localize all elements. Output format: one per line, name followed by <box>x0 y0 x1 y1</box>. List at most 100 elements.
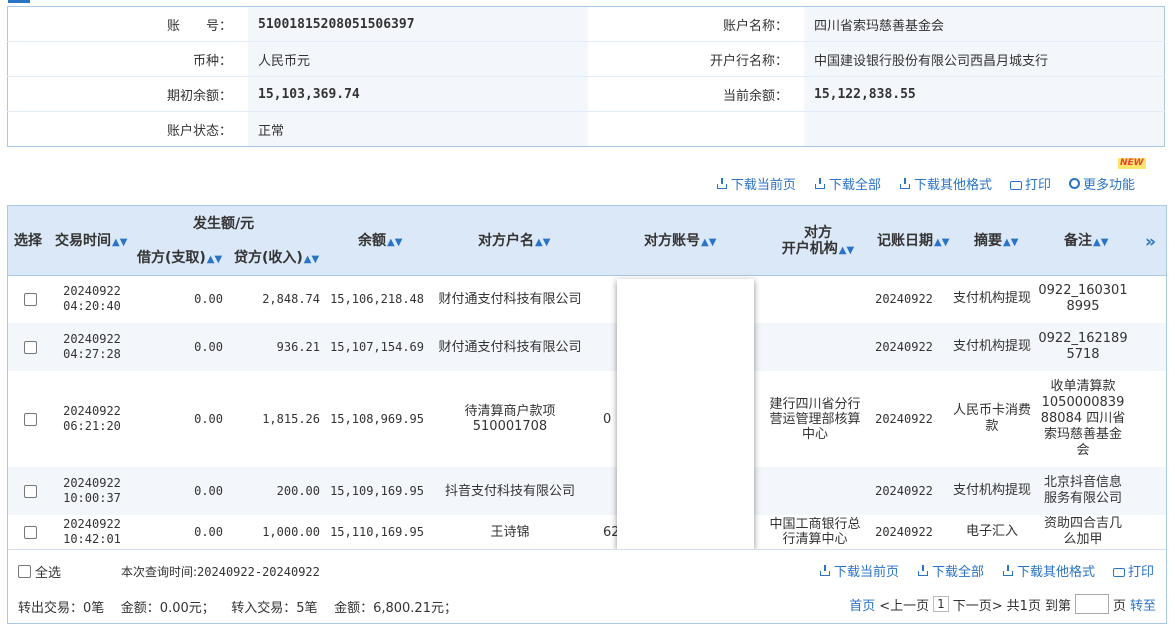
col-memo[interactable]: 摘要▲▼ <box>974 233 1018 251</box>
print-button[interactable]: 打印 <box>1009 174 1051 193</box>
row-checkbox[interactable] <box>23 484 37 498</box>
cell-credit: 1,000.00 <box>262 525 320 539</box>
col-amount-group: 发生额/元 <box>193 216 255 232</box>
cell-debit: 0.00 <box>194 412 223 426</box>
download-icon <box>899 177 911 190</box>
account-status-value: 正常 <box>248 111 588 147</box>
col-balance[interactable]: 余额▲▼ <box>358 233 402 251</box>
transaction-summary: 转出交易：0笔 金额：0.00元； 转入交易：5笔 金额：6,800.21元； <box>18 601 457 616</box>
sort-icon: ▲▼ <box>1003 237 1019 248</box>
cell-chk <box>22 323 38 371</box>
more-functions-button[interactable]: 更多功能 <box>1068 174 1135 193</box>
download-other-format-button[interactable]: 下载其他格式 <box>1002 561 1095 580</box>
cell-bank <box>768 275 862 323</box>
cell-chk <box>22 515 38 549</box>
cell-note: 0922_160301 8995 <box>1038 283 1128 314</box>
sort-icon: ▲▼ <box>303 254 320 265</box>
col-counterparty-account[interactable]: 对方账号▲▼ <box>644 233 716 251</box>
print-icon <box>1009 180 1022 190</box>
sort-icon: ▲▼ <box>701 237 717 248</box>
cell-bal: 15,110,169.95 <box>330 525 424 539</box>
current-balance-label: 当前余额： <box>588 76 804 112</box>
cell-note: 资助四合吉几么加甲 <box>1043 516 1122 547</box>
transaction-grid: 选择 交易时间▲▼ 发生额/元 借方(支取)▲▼ 贷方(收入)▲▼ 余额▲▼ 对… <box>7 205 1167 624</box>
goto-button[interactable]: 转至 <box>1130 595 1156 614</box>
cell-date: 20240922 <box>875 340 933 354</box>
cell-debit: 0.00 <box>194 340 223 354</box>
cell-bank: 建行四川省分行营运管理部核算中心 <box>769 396 861 442</box>
opening-balance-value: 15,103,369.74 <box>248 76 588 112</box>
cell-memo: 支付机构提现 <box>952 483 1031 498</box>
opening-balance-label: 期初余额： <box>7 76 248 112</box>
download-current-page-button[interactable]: 下载当前页 <box>716 174 796 193</box>
col-select: 选择 <box>14 233 42 249</box>
row-checkbox[interactable] <box>23 292 37 306</box>
next-page-link[interactable]: 下一页> <box>953 595 1003 614</box>
cell-date: 20240922 <box>875 525 933 539</box>
tab-underline <box>0 0 1175 3</box>
bank-name-value: 中国建设银行股份有限公司西昌月城支行 <box>804 41 1165 77</box>
cell-time: 20240922 06:21:20 <box>63 404 121 433</box>
cell-cpname: 抖音支付科技有限公司 <box>444 483 575 499</box>
sort-icon: ▲▼ <box>934 237 950 248</box>
cell-time: 20240922 10:42:01 <box>63 517 121 546</box>
cell-debit: 0.00 <box>194 292 223 306</box>
cell-credit: 1,815.26 <box>262 412 320 426</box>
scroll-right-icon[interactable]: » <box>1145 232 1156 252</box>
table-row: 20240922 10:00:37 0.00 200.00 15,109,169.… <box>8 467 1166 515</box>
cell-time: 20240922 10:00:37 <box>63 476 121 505</box>
grid-header: 选择 交易时间▲▼ 发生额/元 借方(支取)▲▼ 贷方(收入)▲▼ 余额▲▼ 对… <box>8 206 1166 276</box>
col-credit[interactable]: 贷方(收入)▲▼ <box>234 250 319 268</box>
sort-icon: ▲▼ <box>535 237 551 248</box>
cell-cpname: 财付通支付科技有限公司 <box>438 339 582 355</box>
account-status-label: 账户状态： <box>7 111 248 147</box>
cell-memo: 支付机构提现 <box>952 339 1031 354</box>
col-counterparty-bank[interactable]: 对方 开户机构▲▼ <box>780 225 856 259</box>
download-icon <box>1002 564 1014 577</box>
cell-note: 北京抖音信息服务有限公司 <box>1043 475 1122 506</box>
goto-page-input[interactable] <box>1074 594 1109 614</box>
row-checkbox[interactable] <box>23 525 37 539</box>
download-current-page-button[interactable]: 下载当前页 <box>819 561 899 580</box>
account-name-label: 账户名称： <box>588 6 804 42</box>
download-icon <box>917 564 929 577</box>
select-all[interactable]: 全选 <box>18 562 61 581</box>
sort-icon: ▲▼ <box>112 237 128 248</box>
cell-bal: 15,107,154.69 <box>330 340 424 354</box>
account-info-table: 账 号： 51001815208051506397 账户名称： 四川省索玛慈善基… <box>7 6 1165 147</box>
col-debit[interactable]: 借方(支取)▲▼ <box>137 250 222 268</box>
print-icon <box>1112 567 1125 577</box>
print-button[interactable]: 打印 <box>1112 561 1154 580</box>
sort-icon: ▲▼ <box>838 245 855 256</box>
download-all-button[interactable]: 下载全部 <box>814 174 881 193</box>
redaction-overlay <box>617 279 754 549</box>
table-row: 20240922 06:21:20 0.00 1,815.26 15,108,96… <box>8 371 1166 467</box>
row-checkbox[interactable] <box>23 412 37 426</box>
col-book-date[interactable]: 记账日期▲▼ <box>877 233 949 251</box>
cell-date: 20240922 <box>875 484 933 498</box>
cell-bal: 15,106,218.48 <box>330 292 424 306</box>
bank-name-label: 开户行名称： <box>588 41 804 77</box>
col-time[interactable]: 交易时间▲▼ <box>55 233 127 251</box>
sort-icon: ▲▼ <box>206 254 223 265</box>
prev-page-link[interactable]: <上一页 <box>879 595 929 614</box>
col-note[interactable]: 备注▲▼ <box>1064 233 1108 251</box>
cell-cpname: 财付通支付科技有限公司 <box>438 291 582 307</box>
first-page-link[interactable]: 首页 <box>849 595 875 614</box>
download-icon <box>819 564 831 577</box>
pagination: 首页 <上一页 1 下一页> 共1页 到第 页 转至 <box>849 594 1156 614</box>
table-row: 20240922 04:27:28 0.00 936.21 15,107,154.… <box>8 323 1166 371</box>
cell-time: 20240922 04:20:40 <box>63 284 121 313</box>
download-icon <box>716 177 728 190</box>
current-balance-value: 15,122,838.55 <box>804 76 1165 112</box>
download-other-format-button[interactable]: 下载其他格式 <box>899 174 992 193</box>
new-badge: NEW <box>1118 158 1146 169</box>
cell-bal: 15,109,169.95 <box>330 484 424 498</box>
select-all-checkbox[interactable] <box>18 565 31 578</box>
download-all-button[interactable]: 下载全部 <box>917 561 984 580</box>
col-counterparty-name[interactable]: 对方户名▲▼ <box>478 233 550 251</box>
cell-memo: 电子汇入 <box>965 524 1018 539</box>
cell-bank <box>768 323 862 371</box>
row-checkbox[interactable] <box>23 340 37 354</box>
currency-value: 人民币元 <box>248 41 588 77</box>
